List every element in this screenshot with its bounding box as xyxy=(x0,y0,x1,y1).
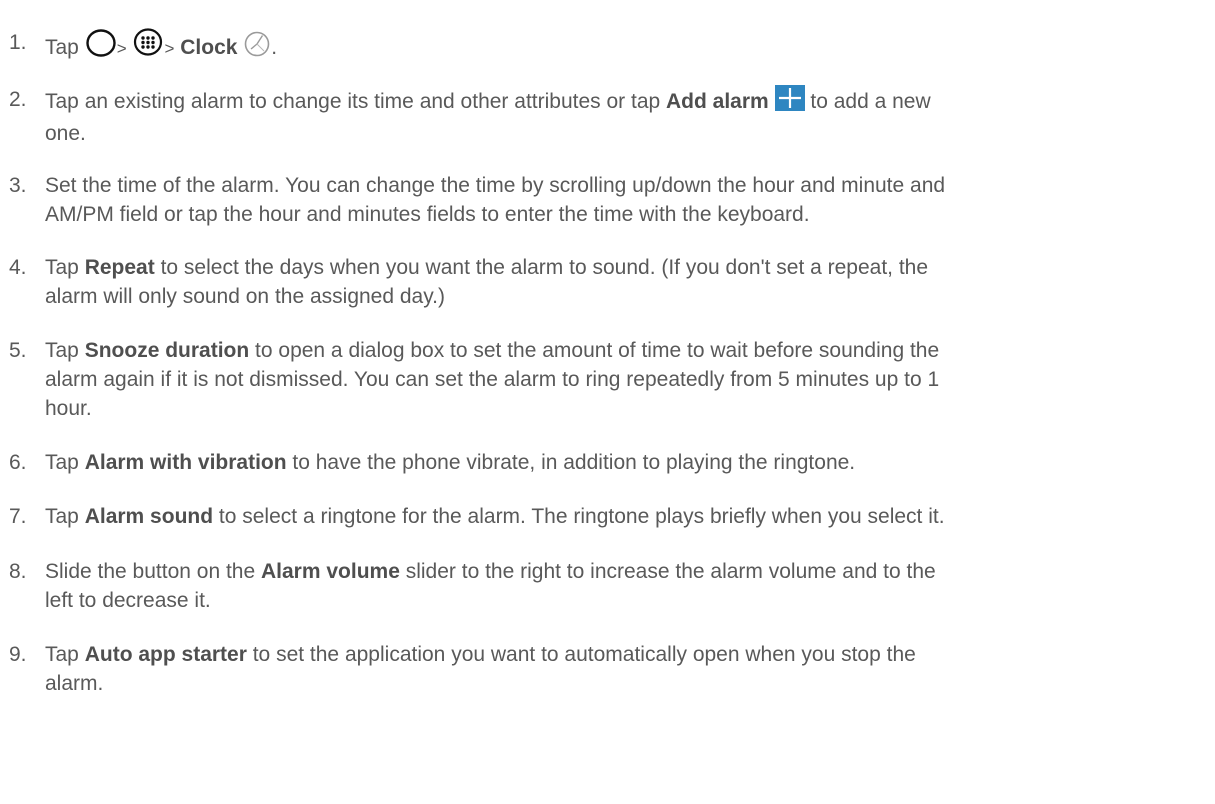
step-text: Tap Auto app starter to set the applicat… xyxy=(45,640,1210,698)
step-text: Tap Alarm sound to select a ringtone for… xyxy=(45,502,1210,531)
step-text-line2: alarm. xyxy=(45,672,104,695)
separator: > xyxy=(164,39,175,58)
auto-app-starter-label: Auto app starter xyxy=(84,643,247,666)
tap-word: Tap xyxy=(45,36,79,59)
step-text: Tap > > Clock . xyxy=(45,28,1210,66)
step-text: Tap Repeat to select the days when you w… xyxy=(45,253,1210,311)
step-text-a: Tap an existing alarm to change its time… xyxy=(45,90,667,113)
step-number: 8. xyxy=(9,560,27,583)
add-alarm-label: Add alarm xyxy=(666,90,769,113)
step-number: 9. xyxy=(9,643,27,666)
step-number: 1. xyxy=(9,31,27,54)
step-text-a: Tap xyxy=(45,451,85,474)
step-text-line2: left to decrease it. xyxy=(45,589,211,612)
step-text-a: Tap xyxy=(45,643,85,666)
step-number: 2. xyxy=(9,88,27,111)
step-text-a: Tap xyxy=(45,256,85,279)
step-number: 4. xyxy=(9,256,27,279)
step-number: 3. xyxy=(9,174,27,197)
step-text-b: to open a dialog box to set the amount o… xyxy=(249,339,940,362)
step-end: . xyxy=(271,36,278,59)
snooze-duration-label: Snooze duration xyxy=(84,339,250,362)
step-text-line2: one. xyxy=(45,122,86,145)
clock-icon xyxy=(243,30,271,66)
step-text-b: to add a new xyxy=(804,90,931,113)
clock-label: Clock xyxy=(180,36,238,59)
step-text: Slide the button on the Alarm volume sli… xyxy=(45,557,1210,615)
step-text-b: to have the phone vibrate, in addition t… xyxy=(286,451,856,474)
repeat-label: Repeat xyxy=(84,256,155,279)
step-number: 6. xyxy=(9,451,27,474)
separator: > xyxy=(116,39,127,58)
step-text-line2: alarm again if it is not dismissed. You … xyxy=(45,368,940,391)
step-number: 7. xyxy=(9,505,27,528)
step-text: Tap Alarm with vibration to have the pho… xyxy=(45,448,1210,477)
step-number: 5. xyxy=(9,339,27,362)
alarm-volume-label: Alarm volume xyxy=(261,560,400,583)
step-text-b: to select the days when you want the ala… xyxy=(154,256,929,279)
step-text-b: to select a ringtone for the alarm. The … xyxy=(213,505,945,528)
step-text-line2: alarm will only sound on the assigned da… xyxy=(45,285,445,308)
step-text-b: slider to the right to increase the alar… xyxy=(399,560,936,583)
step-text-a: Tap xyxy=(45,339,85,362)
alarm-sound-label: Alarm sound xyxy=(84,505,214,528)
step-text: Tap Snooze duration to open a dialog box… xyxy=(45,336,1210,423)
add-plus-icon xyxy=(774,85,805,119)
step-text: Tap an existing alarm to change its time… xyxy=(45,85,1210,148)
step-text-b: to set the application you want to autom… xyxy=(246,643,916,666)
step-text-line2: AM/PM field or tap the hour and minutes … xyxy=(45,203,810,226)
alarm-with-vibration-label: Alarm with vibration xyxy=(84,451,287,474)
home-circle-icon xyxy=(85,28,117,66)
step-text: Set the time of the alarm. You can chang… xyxy=(45,171,1210,229)
step-text-line1: Set the time of the alarm. You can chang… xyxy=(45,174,946,197)
step-text-a: Tap xyxy=(45,505,85,528)
apps-grid-icon xyxy=(132,28,164,66)
step-text-line3: hour. xyxy=(45,397,92,420)
step-text-a: Slide the button on the xyxy=(45,560,261,583)
